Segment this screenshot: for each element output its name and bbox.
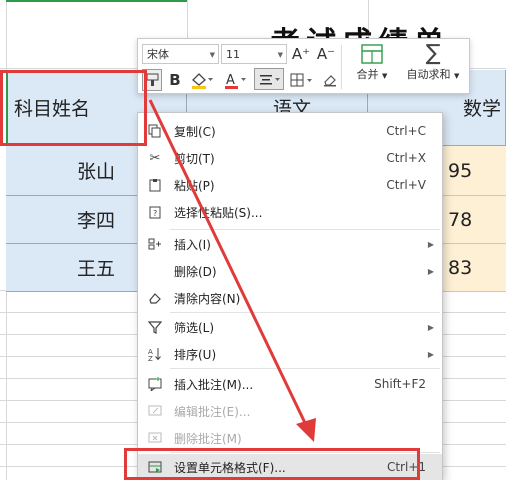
arrow-head xyxy=(296,418,316,442)
arrow-shaft xyxy=(148,99,308,426)
annotation-arrow-icon xyxy=(148,99,316,442)
